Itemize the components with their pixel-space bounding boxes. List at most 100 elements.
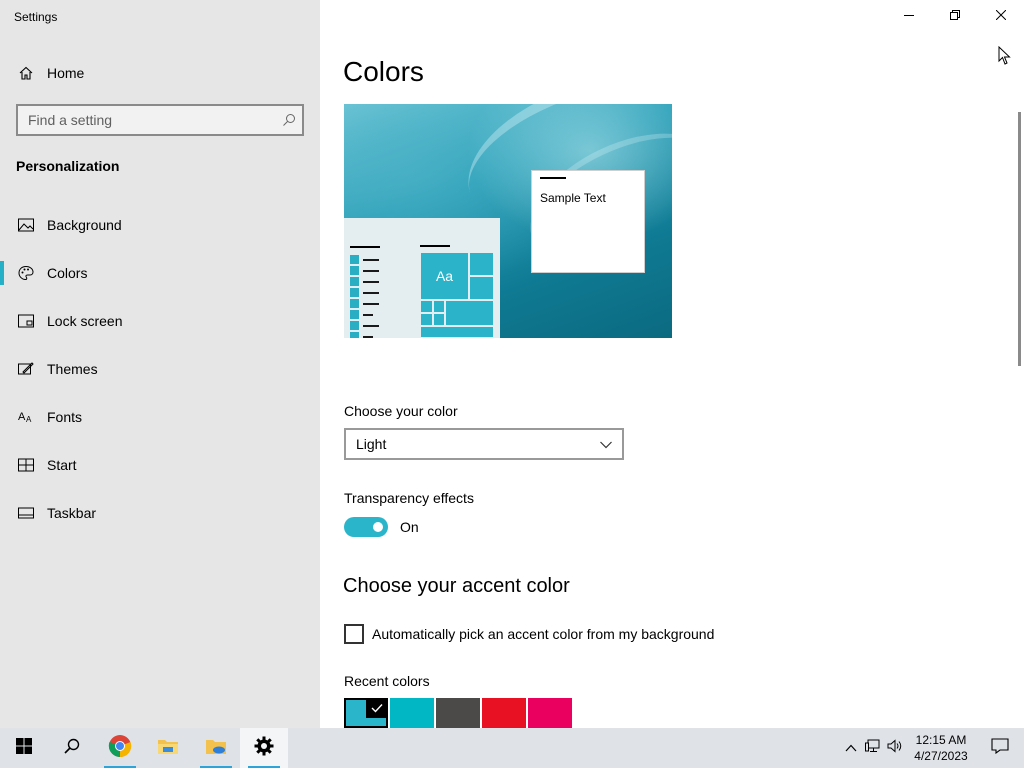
restore-button[interactable] (932, 0, 978, 32)
preview-list-row (350, 265, 380, 276)
scrollbar[interactable] (1018, 112, 1021, 366)
app-title: Settings (14, 10, 58, 24)
choose-color-label: Choose your color (344, 403, 458, 419)
nav-home[interactable]: Home (0, 56, 320, 90)
color-swatch[interactable] (528, 698, 572, 728)
preview-window: Sample Text (531, 170, 645, 273)
svg-text:A: A (18, 411, 26, 423)
windows-logo-icon (16, 737, 32, 759)
preview-list-header (350, 246, 380, 248)
chrome-icon (108, 734, 132, 763)
onedrive-folder-icon (205, 737, 227, 760)
transparency-toggle-row: On (344, 517, 419, 537)
speaker-icon (887, 738, 903, 758)
chevron-down-icon (600, 436, 612, 452)
transparency-label: Transparency effects (344, 490, 474, 506)
sidebar-item-label: Taskbar (47, 505, 97, 521)
taskbar-chrome[interactable] (96, 728, 144, 768)
svg-text:A: A (26, 415, 32, 424)
preview-start-menu: Aa (344, 218, 500, 338)
taskbar-search-button[interactable] (48, 728, 96, 768)
sidebar-item-label: Colors (47, 265, 88, 281)
preview-list-row (350, 298, 380, 309)
auto-accent-row[interactable]: Automatically pick an accent color from … (344, 624, 714, 644)
chevron-up-icon (845, 739, 857, 757)
fonts-icon: AA (16, 407, 36, 427)
preview-tiles-header (420, 245, 450, 247)
preview-window-titlebar (540, 177, 566, 179)
sidebar-item-colors[interactable]: Colors (0, 249, 320, 297)
preview-tile (469, 276, 494, 300)
volume-button[interactable] (884, 728, 906, 768)
sidebar-item-taskbar[interactable]: Taskbar (0, 489, 320, 537)
color-swatch[interactable] (436, 698, 480, 728)
section-heading: Personalization (16, 158, 120, 174)
file-explorer-icon (157, 737, 179, 760)
minimize-icon (904, 7, 914, 25)
sidebar-item-label: Fonts (47, 409, 83, 425)
auto-accent-label: Automatically pick an accent color from … (372, 626, 715, 642)
sidebar-item-themes[interactable]: Themes (0, 345, 320, 393)
sidebar-item-label: Lock screen (47, 313, 123, 329)
search-input[interactable] (18, 112, 276, 128)
preview-list-row (350, 254, 380, 265)
nav-home-label: Home (47, 65, 85, 81)
show-hidden-icons-button[interactable] (840, 728, 862, 768)
close-button[interactable] (978, 0, 1024, 32)
preview-sample-text: Sample Text (540, 191, 606, 205)
transparency-state: On (400, 519, 419, 535)
preview-tile (420, 326, 494, 338)
preview-tile (433, 313, 445, 326)
network-button[interactable] (862, 728, 884, 768)
taskbar-file-explorer[interactable] (144, 728, 192, 768)
sidebar-item-start[interactable]: Start (0, 441, 320, 489)
network-icon (865, 739, 881, 758)
preview-tile (420, 300, 433, 313)
auto-accent-checkbox[interactable] (344, 624, 364, 644)
color-swatch[interactable] (390, 698, 434, 728)
start-button[interactable] (0, 728, 48, 768)
taskbar-onedrive-folder[interactable] (192, 728, 240, 768)
clock-date: 4/27/2023 (914, 749, 968, 763)
system-tray: 12:15 AM 4/27/2023 (840, 728, 1024, 768)
minimize-button[interactable] (886, 0, 932, 32)
preview-list-row (350, 320, 380, 331)
home-icon (16, 63, 36, 83)
accent-heading: Choose your accent color (343, 575, 570, 597)
transparency-toggle[interactable] (344, 517, 388, 537)
sidebar-item-lock-screen[interactable]: Lock screen (0, 297, 320, 345)
close-icon (995, 7, 1007, 25)
sidebar-item-label: Background (47, 217, 122, 233)
checkmark-icon (366, 698, 388, 718)
nav-list: Background Colors Lock screen Themes AA … (0, 201, 320, 537)
taskbar-icon (16, 503, 36, 523)
taskbar-settings[interactable] (240, 728, 288, 768)
preview-tile (445, 300, 494, 326)
themes-icon (16, 359, 36, 379)
search-icon (64, 738, 80, 759)
theme-preview: Sample Text Aa (344, 104, 672, 338)
clock[interactable]: 12:15 AM 4/27/2023 (906, 732, 976, 764)
picture-icon (16, 215, 36, 235)
search-icon[interactable] (276, 113, 302, 127)
lock-screen-icon (16, 311, 36, 331)
restore-icon (950, 7, 960, 25)
preview-list-row (350, 331, 380, 338)
search-box[interactable] (16, 104, 304, 136)
choose-color-dropdown[interactable]: Light (344, 428, 624, 460)
sidebar: Settings Home Personalization Background… (0, 0, 320, 728)
taskbar: 12:15 AM 4/27/2023 (0, 728, 1024, 768)
start-icon (16, 455, 36, 475)
choose-color-value: Light (356, 436, 387, 452)
notifications-button[interactable] (976, 728, 1024, 768)
preview-app-list (350, 246, 380, 338)
sidebar-item-fonts[interactable]: AA Fonts (0, 393, 320, 441)
mouse-cursor-icon (998, 45, 1012, 71)
settings-gear-icon (254, 736, 274, 761)
color-swatch[interactable] (482, 698, 526, 728)
preview-list-row (350, 287, 380, 298)
sidebar-item-background[interactable]: Background (0, 201, 320, 249)
color-swatch[interactable] (344, 698, 388, 728)
preview-tile-large: Aa (420, 252, 469, 300)
page-title: Colors (343, 56, 424, 87)
